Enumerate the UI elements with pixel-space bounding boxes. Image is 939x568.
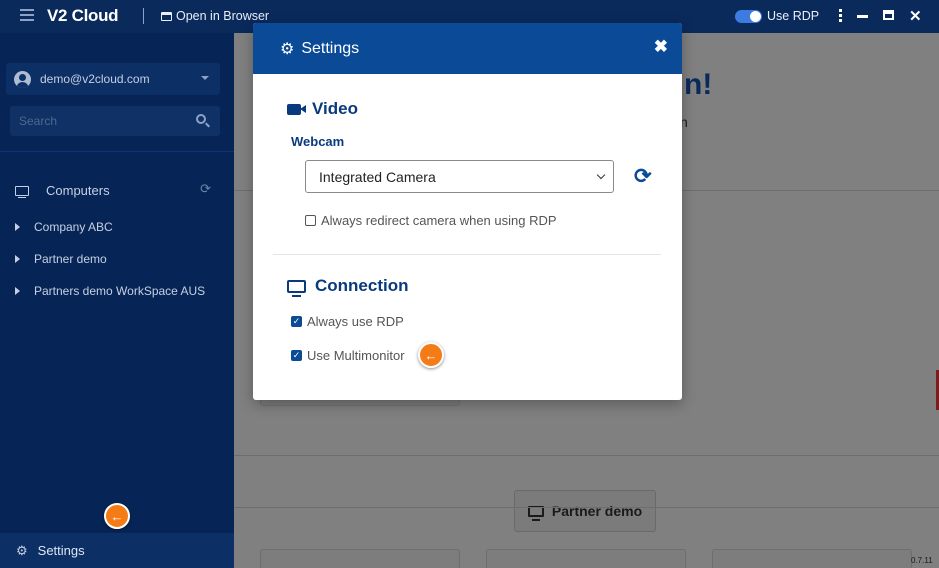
- redirect-camera-label: Always redirect camera when using RDP: [321, 213, 557, 228]
- use-rdp-label: Use RDP: [767, 9, 820, 23]
- sidebar-item-settings[interactable]: ⚙ Settings: [0, 533, 234, 568]
- content-divider: [234, 455, 939, 456]
- sidebar-divider: [0, 151, 234, 152]
- use-multimonitor-option[interactable]: ✓ Use Multimonitor: [291, 348, 405, 363]
- computer-card[interactable]: [486, 549, 686, 568]
- sidebar-group-partner-demo[interactable]: Partner demo: [15, 252, 107, 266]
- arrow-left-icon: ←: [104, 503, 130, 529]
- computer-card[interactable]: [712, 549, 912, 568]
- caret-right-icon: [15, 223, 20, 231]
- sidebar-group-partners-demo-workspace-aus[interactable]: Partners demo WorkSpace AUS: [15, 284, 205, 298]
- monitor-icon: [15, 185, 29, 198]
- modal-title: Settings: [301, 39, 360, 57]
- settings-label: Settings: [37, 543, 85, 558]
- sidebar-group-company-abc[interactable]: Company ABC: [15, 220, 113, 234]
- video-camera-icon: [287, 103, 306, 115]
- partner-demo-group-button[interactable]: Partner demo: [514, 490, 656, 532]
- content-divider: [234, 507, 939, 508]
- sync-icon[interactable]: ⟳: [634, 164, 652, 189]
- search-input[interactable]: [10, 106, 220, 136]
- version-label: 0.7.11: [911, 556, 933, 565]
- section-divider: [273, 254, 661, 255]
- hamburger-icon[interactable]: [20, 9, 34, 21]
- use-rdp-toggle[interactable]: Use RDP: [735, 9, 819, 23]
- maximize-icon[interactable]: [883, 10, 894, 20]
- webcam-label: Webcam: [291, 134, 345, 149]
- computers-label: Computers: [46, 183, 110, 198]
- welcome-heading-fragment: n!: [684, 68, 713, 101]
- webcam-select[interactable]: Integrated Camera: [305, 160, 614, 193]
- sidebar-group-label: Company ABC: [34, 220, 113, 234]
- gear-icon: ⚙: [280, 40, 295, 58]
- open-in-browser-label: Open in Browser: [176, 9, 270, 23]
- video-section-title: Video: [287, 99, 358, 119]
- search-icon[interactable]: [196, 114, 206, 124]
- caret-right-icon: [15, 255, 20, 263]
- close-icon[interactable]: ✕: [909, 7, 922, 25]
- settings-modal: ⚙ Settings ✖ Video Webcam Integrated Cam…: [253, 23, 682, 400]
- sidebar-group-label: Partners demo WorkSpace AUS: [34, 284, 206, 298]
- monitor-icon: [287, 279, 306, 297]
- always-use-rdp-label: Always use RDP: [307, 314, 404, 329]
- account-selector[interactable]: demo@v2cloud.com: [6, 63, 220, 95]
- redirect-camera-checkbox[interactable]: [305, 215, 316, 226]
- minimize-icon[interactable]: [857, 15, 868, 18]
- chevron-down-icon: [596, 170, 606, 180]
- app-brand: V2 Cloud: [47, 6, 119, 25]
- open-in-browser-button[interactable]: Open in Browser: [161, 9, 269, 23]
- computers-section-header[interactable]: Computers ⟳: [15, 181, 215, 198]
- partner-demo-label: Partner demo: [551, 503, 643, 519]
- gear-icon: ⚙: [16, 542, 28, 558]
- chevron-down-icon: [201, 76, 209, 80]
- use-multimonitor-label: Use Multimonitor: [307, 348, 405, 363]
- redirect-camera-option[interactable]: Always redirect camera when using RDP: [305, 213, 557, 228]
- webcam-selected-value: Integrated Camera: [319, 168, 436, 185]
- sidebar: demo@v2cloud.com Computers ⟳ Company ABC…: [0, 33, 234, 568]
- close-icon[interactable]: ✖: [654, 37, 668, 57]
- arrow-left-icon: ←: [418, 342, 444, 368]
- caret-right-icon: [15, 287, 20, 295]
- refresh-icon[interactable]: ⟳: [200, 181, 211, 197]
- always-use-rdp-option[interactable]: ✓ Always use RDP: [291, 314, 404, 329]
- use-multimonitor-checkbox[interactable]: ✓: [291, 350, 302, 361]
- modal-header: ⚙ Settings ✖: [253, 23, 682, 74]
- video-title-text: Video: [312, 99, 358, 118]
- kebab-icon[interactable]: [839, 9, 843, 22]
- window-icon: [161, 11, 172, 21]
- search-box: [10, 106, 220, 136]
- toggle-switch[interactable]: [735, 9, 762, 23]
- title-separator: [143, 8, 144, 24]
- account-email: demo@v2cloud.com: [40, 72, 150, 86]
- sidebar-group-label: Partner demo: [34, 252, 107, 266]
- always-use-rdp-checkbox[interactable]: ✓: [291, 316, 302, 327]
- connection-section-title: Connection: [287, 276, 409, 297]
- computer-card[interactable]: [260, 549, 460, 568]
- connection-title-text: Connection: [315, 276, 409, 295]
- avatar-icon: [14, 70, 31, 88]
